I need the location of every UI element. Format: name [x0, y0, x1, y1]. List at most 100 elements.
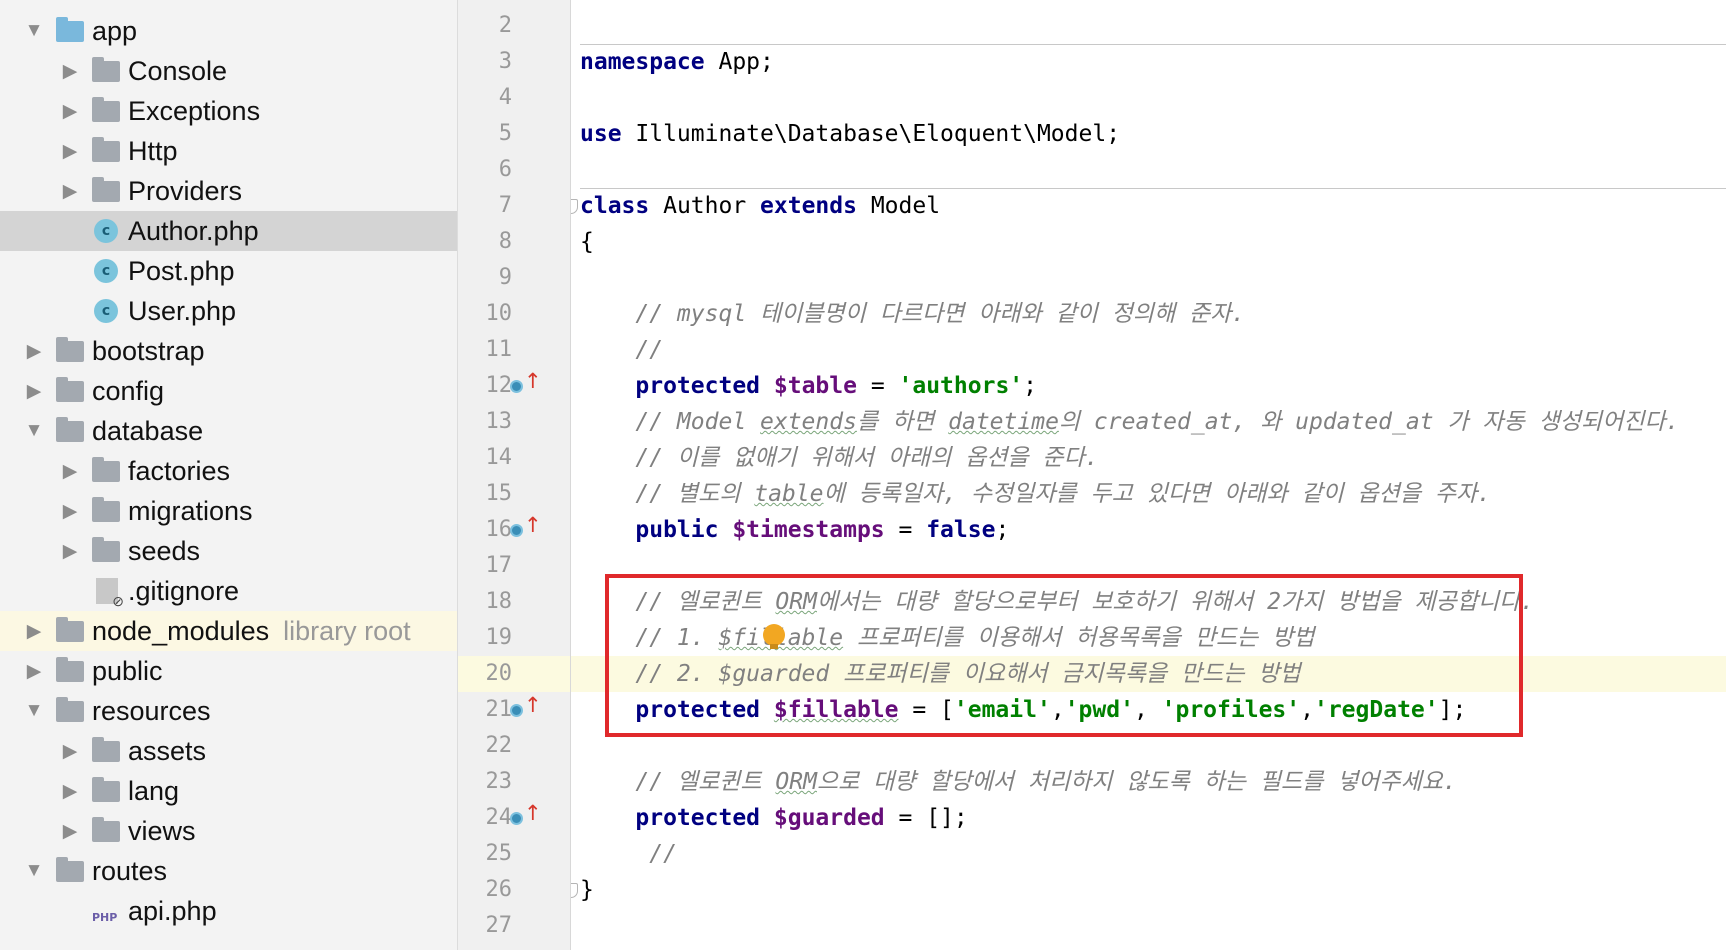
tree-item-node-modules[interactable]: ▶ node_modules library root: [0, 611, 457, 651]
expand-arrow-right-icon[interactable]: ▶: [20, 340, 48, 363]
code-line[interactable]: // Model extends를 하면 datetime의 created_a…: [571, 404, 1726, 440]
gutter-row[interactable]: 6: [458, 152, 570, 188]
library-root-label: library root: [283, 615, 411, 646]
code-line[interactable]: namespace App;: [571, 44, 1726, 80]
gutter-row[interactable]: 27: [458, 908, 570, 944]
expand-arrow-down-icon[interactable]: ▼: [20, 420, 48, 442]
tree-item-config[interactable]: ▶ config: [0, 371, 457, 411]
gutter-row[interactable]: 3: [458, 44, 570, 80]
expand-arrow-right-icon[interactable]: ▶: [56, 540, 84, 563]
gutter-row[interactable]: 9: [458, 260, 570, 296]
expand-arrow-right-icon[interactable]: ▶: [56, 500, 84, 523]
tree-item-author-php[interactable]: ▶cAuthor.php: [0, 211, 457, 251]
code-line[interactable]: }: [571, 872, 1726, 908]
code-line[interactable]: [571, 8, 1726, 44]
gutter-row[interactable]: 11: [458, 332, 570, 368]
tree-item-seeds[interactable]: ▶ seeds: [0, 531, 457, 571]
gutter-row[interactable]: 2: [458, 8, 570, 44]
tree-item-api-php[interactable]: ▶PHPapi.php: [0, 891, 457, 931]
overrides-property-icon[interactable]: ↑: [510, 513, 542, 542]
tree-item-user-php[interactable]: ▶cUser.php: [0, 291, 457, 331]
tree-item-assets[interactable]: ▶ assets: [0, 731, 457, 771]
gutter-row[interactable]: 25: [458, 836, 570, 872]
gutter-row[interactable]: 19: [458, 620, 570, 656]
gutter-row[interactable]: 16 ↑: [458, 512, 570, 548]
tree-item-database[interactable]: ▼ database: [0, 411, 457, 451]
code-token: protected: [580, 373, 774, 399]
code-line[interactable]: // 별도의 table에 등록일자, 수정일자를 두고 있다면 아래와 같이 …: [571, 476, 1726, 512]
code-line[interactable]: [571, 152, 1726, 188]
gutter-row[interactable]: 18: [458, 584, 570, 620]
overrides-property-icon[interactable]: ↑: [510, 369, 542, 398]
fold-marker-icon[interactable]: [571, 883, 578, 898]
gutter-row[interactable]: 5: [458, 116, 570, 152]
tree-item-console[interactable]: ▶ Console: [0, 51, 457, 91]
code-line[interactable]: [571, 908, 1726, 944]
tree-item-http[interactable]: ▶ Http: [0, 131, 457, 171]
tree-item-post-php[interactable]: ▶cPost.php: [0, 251, 457, 291]
gutter-row[interactable]: 17: [458, 548, 570, 584]
tree-item-public[interactable]: ▶ public: [0, 651, 457, 691]
code-line[interactable]: // mysql 테이블명이 다르다면 아래와 같이 정의해 준자.: [571, 296, 1726, 332]
expand-arrow-right-icon[interactable]: ▶: [56, 740, 84, 763]
gutter-row[interactable]: 14: [458, 440, 570, 476]
tree-item-gitignore[interactable]: ▶.gitignore: [0, 571, 457, 611]
code-line[interactable]: //: [571, 836, 1726, 872]
expand-arrow-right-icon[interactable]: ▶: [20, 380, 48, 403]
tree-item-exceptions[interactable]: ▶ Exceptions: [0, 91, 457, 131]
expand-arrow-right-icon[interactable]: ▶: [56, 100, 84, 123]
gutter-row[interactable]: 10: [458, 296, 570, 332]
gutter-row[interactable]: 21 ↑: [458, 692, 570, 728]
code-line[interactable]: [571, 260, 1726, 296]
expand-arrow-right-icon[interactable]: ▶: [56, 180, 84, 203]
tree-item-lang[interactable]: ▶ lang: [0, 771, 457, 811]
gutter-row[interactable]: 26: [458, 872, 570, 908]
gutter-row[interactable]: 22: [458, 728, 570, 764]
intention-bulb-icon[interactable]: [763, 624, 785, 649]
code-line[interactable]: public $timestamps = false;: [571, 512, 1726, 548]
fold-marker-icon[interactable]: [571, 199, 578, 214]
code-line[interactable]: class Author extends Model: [571, 188, 1726, 224]
expand-arrow-right-icon[interactable]: ▶: [56, 780, 84, 803]
expand-arrow-right-icon[interactable]: ▶: [20, 660, 48, 683]
tree-item-bootstrap[interactable]: ▶ bootstrap: [0, 331, 457, 371]
gutter-row[interactable]: 12 ↑: [458, 368, 570, 404]
overrides-property-icon[interactable]: ↑: [510, 801, 542, 830]
tree-item-resources[interactable]: ▼ resources: [0, 691, 457, 731]
tree-item-routes[interactable]: ▼ routes: [0, 851, 457, 891]
expand-arrow-down-icon[interactable]: ▼: [20, 700, 48, 722]
expand-arrow-down-icon[interactable]: ▼: [20, 20, 48, 42]
tree-item-app[interactable]: ▼ app: [0, 11, 457, 51]
expand-arrow-down-icon[interactable]: ▼: [20, 860, 48, 882]
gutter-row[interactable]: 20: [458, 656, 570, 692]
expand-arrow-right-icon[interactable]: ▶: [20, 620, 48, 643]
tree-item-label: Exceptions: [128, 95, 261, 126]
gutter-row[interactable]: 4: [458, 80, 570, 116]
tree-item-providers[interactable]: ▶ Providers: [0, 171, 457, 211]
gutter-row[interactable]: 24 ↑: [458, 800, 570, 836]
gutter-row[interactable]: 23: [458, 764, 570, 800]
tree-item-views[interactable]: ▶ views: [0, 811, 457, 851]
expand-arrow-right-icon[interactable]: ▶: [56, 460, 84, 483]
code-line[interactable]: protected $table = 'authors';: [571, 368, 1726, 404]
code-line[interactable]: // 이를 없애기 위해서 아래의 옵션을 준다.: [571, 440, 1726, 476]
tree-item-factories[interactable]: ▶ factories: [0, 451, 457, 491]
code-editor[interactable]: namespace App; use Illuminate\Database\El…: [571, 0, 1726, 950]
code-line[interactable]: use Illuminate\Database\Eloquent\Model;: [571, 116, 1726, 152]
overrides-property-icon[interactable]: ↑: [510, 693, 542, 722]
folder-icon: [92, 496, 120, 522]
expand-arrow-right-icon[interactable]: ▶: [56, 820, 84, 843]
code-line[interactable]: // 엘로퀸트 ORM으로 대량 할당에서 처리하지 않도록 하는 필드를 넣어…: [571, 764, 1726, 800]
folder-icon: [56, 376, 84, 402]
gutter-row[interactable]: 7: [458, 188, 570, 224]
gutter-row[interactable]: 8: [458, 224, 570, 260]
gutter-row[interactable]: 15: [458, 476, 570, 512]
tree-item-migrations[interactable]: ▶ migrations: [0, 491, 457, 531]
expand-arrow-right-icon[interactable]: ▶: [56, 140, 84, 163]
code-line[interactable]: {: [571, 224, 1726, 260]
code-line[interactable]: [571, 80, 1726, 116]
code-line[interactable]: protected $guarded = [];: [571, 800, 1726, 836]
gutter-row[interactable]: 13: [458, 404, 570, 440]
code-line[interactable]: //: [571, 332, 1726, 368]
expand-arrow-right-icon[interactable]: ▶: [56, 60, 84, 83]
